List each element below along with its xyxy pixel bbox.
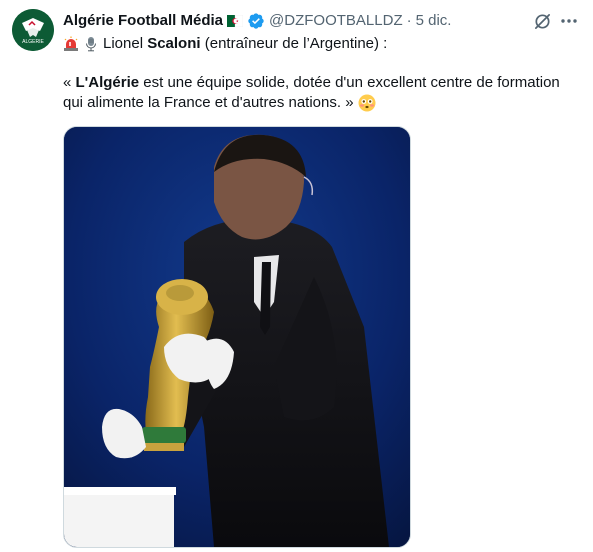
tweet-card[interactable]: ALGERIE Algérie Football Média @DZFOOTBA… — [0, 0, 593, 552]
tweet-text-prefix: Lionel — [103, 35, 148, 52]
tweet-text-quote-body: est une équipe solide, dotée d'un excell… — [139, 74, 560, 91]
tweet-text-line-1: Lionel Scaloni (entraîneur de l’Argentin… — [63, 34, 387, 54]
verified-badge-icon[interactable] — [247, 12, 265, 30]
avatar-logo-text: ALGERIE — [22, 39, 44, 45]
tweet-text-quote-end: qui alimente la France et d'autres natio… — [63, 94, 354, 111]
tweet-media-photo[interactable] — [63, 126, 411, 548]
grok-icon[interactable] — [533, 12, 552, 31]
quote-open: « — [63, 74, 76, 91]
timestamp[interactable]: 5 dic. — [416, 11, 452, 31]
tweet-text-line-3: qui alimente la France et d'autres natio… — [63, 93, 376, 113]
tweet-text-bold-name: Scaloni — [147, 35, 201, 52]
separator-dot: · — [406, 12, 412, 29]
avatar-logo: ALGERIE — [12, 9, 54, 51]
flushed-face-emoji-icon — [358, 94, 376, 112]
algeria-flag-icon — [227, 15, 244, 27]
more-icon[interactable] — [560, 18, 578, 24]
photo-scene — [64, 127, 410, 547]
tweet-header: Algérie Football Média @DZFOOTBALLDZ · 5… — [63, 11, 451, 31]
siren-emoji-icon — [64, 36, 78, 51]
microphone-emoji-icon — [86, 37, 96, 52]
tweet-text-line-2: « L'Algérie est une équipe solide, dotée… — [63, 73, 560, 93]
tweet-text-bold-country: L'Algérie — [75, 74, 140, 91]
tweet-text-suffix: (entraîneur de l’Argentine) : — [200, 35, 388, 52]
handle[interactable]: @DZFOOTBALLDZ — [269, 11, 403, 31]
avatar[interactable]: ALGERIE — [12, 9, 54, 51]
display-name[interactable]: Algérie Football Média — [63, 11, 223, 31]
